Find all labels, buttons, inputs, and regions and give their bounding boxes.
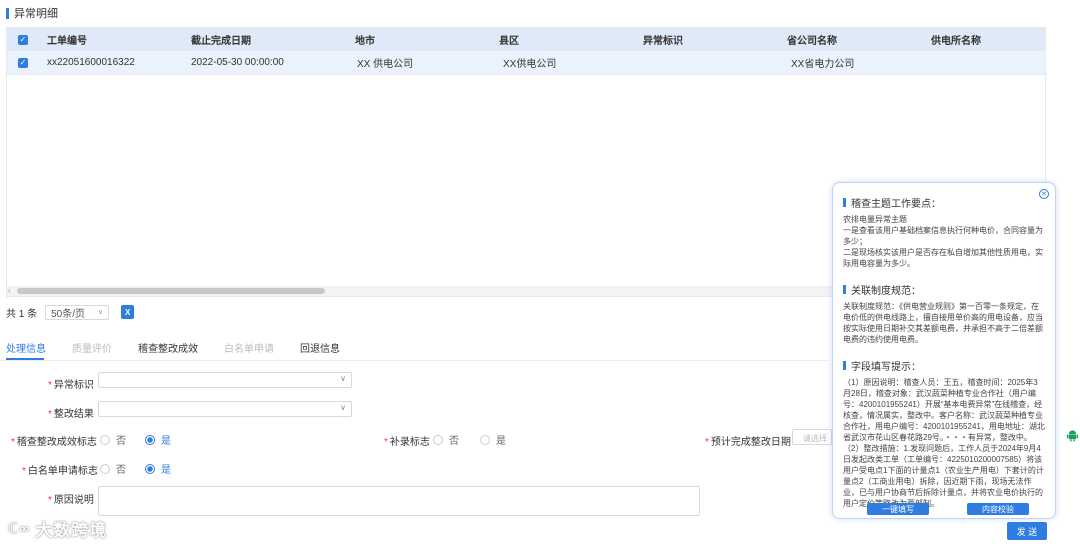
page-size-value: 50条/页: [51, 308, 86, 320]
rectify-effect-yes-radio[interactable]: 是: [145, 432, 171, 447]
table-row[interactable]: ✓ xx22051600016322 2022-05-30 00:00:00 X…: [7, 51, 1045, 75]
chevron-down-icon: ∨: [340, 374, 346, 383]
tabs-divider: [0, 360, 830, 361]
cell-city: XX 供电公司: [357, 59, 414, 70]
brand-logo-icon: ℂ∞: [8, 519, 31, 536]
chevron-down-icon: ∨: [340, 403, 346, 412]
brand-logo-text: 大数跨境: [35, 520, 108, 540]
tab-quality-evaluation[interactable]: 质量评价: [72, 340, 112, 360]
reason-label: * 原因说明: [48, 495, 94, 506]
col-header[interactable]: 工单编号: [47, 28, 87, 51]
col-header[interactable]: 地市: [355, 28, 375, 51]
whitelist-flag-label: * 白名单申请标志: [22, 466, 98, 477]
cell-province-company: XX省电力公司: [791, 59, 855, 70]
supplement-yes-radio[interactable]: 是: [480, 432, 506, 447]
tab-return-info[interactable]: 回退信息: [300, 340, 340, 360]
anomaly-flag-label: * 异常标识: [48, 380, 94, 391]
panel-section-title: 字段填写提示：: [843, 358, 1045, 373]
col-header[interactable]: 截止完成日期: [191, 28, 251, 51]
panel-section-title: 关联制度规范：: [843, 282, 1045, 297]
tab-handle-info[interactable]: 处理信息: [6, 340, 46, 360]
chevron-down-icon: ∨: [98, 309, 104, 316]
select-all-checkbox[interactable]: ✓: [18, 28, 28, 51]
table-header: ✓ 工单编号 截止完成日期 地市 县区 异常标识 省公司名称 供电所名称: [7, 28, 1045, 51]
brand-watermark: ℂ∞ 大数跨境: [8, 516, 107, 540]
detail-tabs: 处理信息 质量评价 稽查整改成效 白名单申请 回退信息: [6, 340, 366, 360]
reason-textarea[interactable]: [98, 486, 700, 516]
rectify-result-select[interactable]: ∨: [98, 401, 352, 417]
page-size-select[interactable]: 50条/页 ∨: [45, 304, 110, 320]
panel-section-body: 农排电量异常主题 一是查看该用户基础档案信息执行何种电价，合同容量为多少； 二是…: [843, 215, 1043, 268]
col-header[interactable]: 供电所名称: [931, 28, 981, 51]
expected-date-label: * 预计完成整改日期: [705, 437, 791, 448]
tab-rectify-effect[interactable]: 稽查整改成效: [138, 340, 198, 360]
col-header[interactable]: 省公司名称: [787, 28, 837, 51]
excel-export-icon[interactable]: X: [121, 305, 135, 319]
scrollbar-thumb[interactable]: [17, 288, 325, 294]
close-icon[interactable]: ✕: [1039, 189, 1049, 199]
total-count: 共 1 条: [6, 308, 38, 320]
section-title: 异常明细: [6, 6, 58, 20]
col-header[interactable]: 异常标识: [643, 28, 683, 51]
panel-section-body: 关联制度规范：《供电营业规则》第一百零一条规定，在电价低的供电线路上，擅自接用单…: [843, 302, 1043, 344]
android-icon[interactable]: [1066, 428, 1079, 442]
check-icon: ✓: [18, 57, 28, 68]
expected-date-picker[interactable]: 请选择: [792, 429, 832, 445]
tab-whitelist-apply[interactable]: 白名单申请: [224, 340, 274, 360]
scroll-left-icon[interactable]: ‹: [8, 286, 11, 296]
whitelist-no-radio[interactable]: 否: [100, 461, 126, 476]
one-click-fill-button[interactable]: 一键填写: [867, 503, 929, 515]
send-button[interactable]: 发 送: [1007, 522, 1047, 540]
panel-section-body: （1）原因说明：稽查人员：王五，稽查时间：2025年3月28日，稽查对象：武汉蔬…: [843, 378, 1045, 508]
supplement-flag-label: * 补录标志: [384, 437, 430, 448]
col-header[interactable]: 县区: [499, 28, 519, 51]
section-title-text: 异常明细: [14, 8, 58, 20]
cell-deadline: 2022-05-30 00:00:00: [191, 57, 284, 68]
rectify-effect-no-radio[interactable]: 否: [100, 432, 126, 447]
whitelist-yes-radio[interactable]: 是: [145, 461, 171, 476]
panel-section-title: 稽查主题工作要点：: [843, 195, 1045, 210]
supplement-no-radio[interactable]: 否: [433, 432, 459, 447]
pagination: 共 1 条 50条/页 ∨ X: [6, 304, 135, 320]
content-verify-button[interactable]: 内容校验: [967, 503, 1029, 515]
anomaly-flag-select[interactable]: ∨: [98, 372, 352, 388]
rectify-effect-label: * 稽查整改成效标志: [11, 437, 97, 448]
guidance-panel: ✕ 稽查主题工作要点： 农排电量异常主题 一是查看该用户基础档案信息执行何种电价…: [832, 182, 1056, 519]
cell-county: XX供电公司: [503, 59, 557, 70]
cell-order-no: xx22051600016322: [47, 57, 135, 68]
check-icon: ✓: [18, 34, 28, 45]
row-checkbox[interactable]: ✓: [18, 51, 28, 74]
rectify-result-label: * 整改结果: [48, 409, 94, 420]
title-accent-bar: [6, 7, 9, 19]
